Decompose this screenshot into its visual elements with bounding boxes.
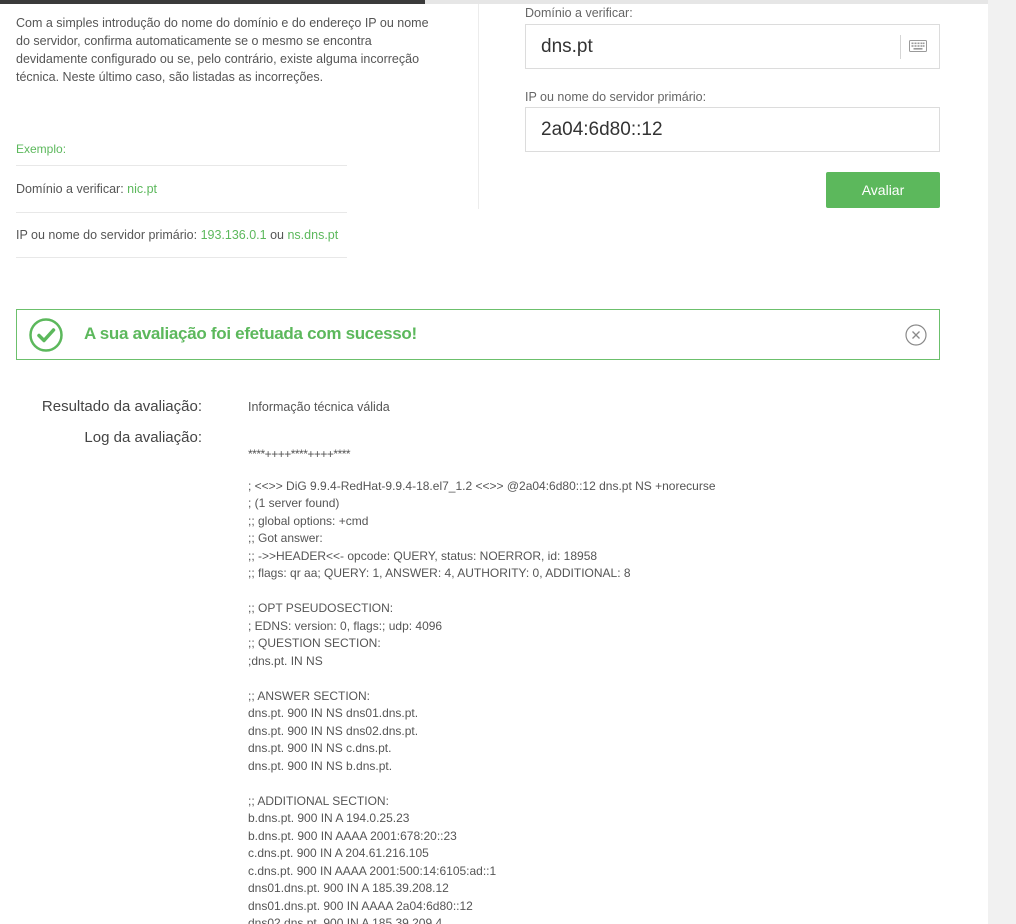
result-label: Resultado da avaliação:: [41, 398, 202, 415]
log-line: b.dns.pt. 900 IN AAAA 2001:678:20::23: [248, 828, 457, 843]
ip-input[interactable]: [526, 108, 939, 151]
example-title: Exemplo:: [16, 142, 67, 156]
log-line: ****++++****++++****: [248, 447, 351, 461]
log-line: ;; ADDITIONAL SECTION:: [248, 793, 389, 808]
keyboard-separator: [900, 35, 901, 59]
example-ip-label: IP ou nome do servidor primário:: [16, 228, 201, 242]
intro-text: Com a simples introdução do nome do domí…: [16, 16, 429, 84]
success-message: A sua avaliação foi efetuada com sucesso…: [84, 324, 417, 343]
example-domain-label: Domínio a verificar:: [16, 181, 128, 196]
example-ip-or: ou: [266, 228, 288, 242]
log-line: ;; flags: qr aa; QUERY: 1, ANSWER: 4, AU…: [248, 566, 631, 580]
scrollbar-track[interactable]: [988, 0, 1016, 924]
example-ns-link[interactable]: ns.dns.pt: [287, 228, 338, 242]
top-nav-bar: [0, 0, 425, 4]
log-line: c.dns.pt. 900 IN AAAA 2001:500:14:6105:a…: [248, 863, 497, 878]
log-label: Log da avaliação:: [84, 429, 202, 446]
log-line: ;dns.pt. IN NS: [248, 653, 323, 668]
log-line: ;; QUESTION SECTION:: [248, 636, 381, 650]
log-line: dns02.dns.pt. 900 IN A 185.39.209.4: [248, 916, 443, 924]
avaliar-button[interactable]: Avaliar: [826, 172, 940, 208]
log-line: c.dns.pt. 900 IN A 204.61.216.105: [248, 846, 429, 860]
column-divider: [478, 4, 479, 209]
close-circle-icon[interactable]: [905, 324, 927, 346]
log-line: ;; OPT PSEUDOSECTION:: [248, 601, 394, 615]
log-line: dns.pt. 900 IN NS dns01.dns.pt.: [248, 706, 419, 720]
log-line: dns.pt. 900 IN NS c.dns.pt.: [248, 741, 392, 755]
result-value: Informação técnica válida: [248, 400, 390, 414]
example-domain-row: Domínio a verificar: nic.pt: [16, 165, 347, 211]
page: Com a simples introdução do nome do domí…: [0, 0, 988, 924]
domain-field-wrapper: [525, 24, 940, 69]
log-line: ; EDNS: version: 0, flags:; udp: 4096: [248, 618, 443, 633]
evaluation-log: ****++++****++++**** ; <<>> DiG 9.9.4-Red…: [248, 446, 968, 924]
example-ip-link[interactable]: 193.136.0.1: [201, 228, 267, 242]
log-line: dns.pt. 900 IN NS b.dns.pt.: [248, 758, 393, 773]
ip-field-label: IP ou nome do servidor primário:: [525, 90, 707, 104]
log-line: dns.pt. 900 IN NS dns02.dns.pt.: [248, 723, 419, 738]
success-alert: A sua avaliação foi efetuada com sucesso…: [16, 309, 940, 360]
log-line: ;; ANSWER SECTION:: [248, 688, 371, 703]
example-domain-link[interactable]: nic.pt: [127, 182, 157, 196]
ip-field-wrapper: [525, 107, 940, 152]
top-nav-bar-light: [425, 0, 988, 4]
log-line: ; <<>> DiG 9.9.4-RedHat-9.9.4-18.el7_1.2…: [248, 478, 716, 493]
example-ip-row: IP ou nome do servidor primário: 193.136…: [16, 212, 347, 258]
domain-field-label: Domínio a verificar:: [525, 6, 633, 20]
keyboard-icon[interactable]: [909, 40, 927, 52]
domain-input[interactable]: [526, 25, 939, 68]
log-line: ; (1 server found): [248, 496, 340, 510]
log-line: b.dns.pt. 900 IN A 194.0.25.23: [248, 811, 410, 825]
log-line: ;; ->>HEADER<<- opcode: QUERY, status: N…: [248, 548, 598, 563]
check-circle-icon: [29, 318, 63, 352]
log-line: ;; Got answer:: [248, 531, 323, 545]
log-line: dns01.dns.pt. 900 IN A 185.39.208.12: [248, 881, 449, 895]
log-line: dns01.dns.pt. 900 IN AAAA 2a04:6d80::12: [248, 898, 473, 913]
log-line: ;; global options: +cmd: [248, 513, 369, 528]
